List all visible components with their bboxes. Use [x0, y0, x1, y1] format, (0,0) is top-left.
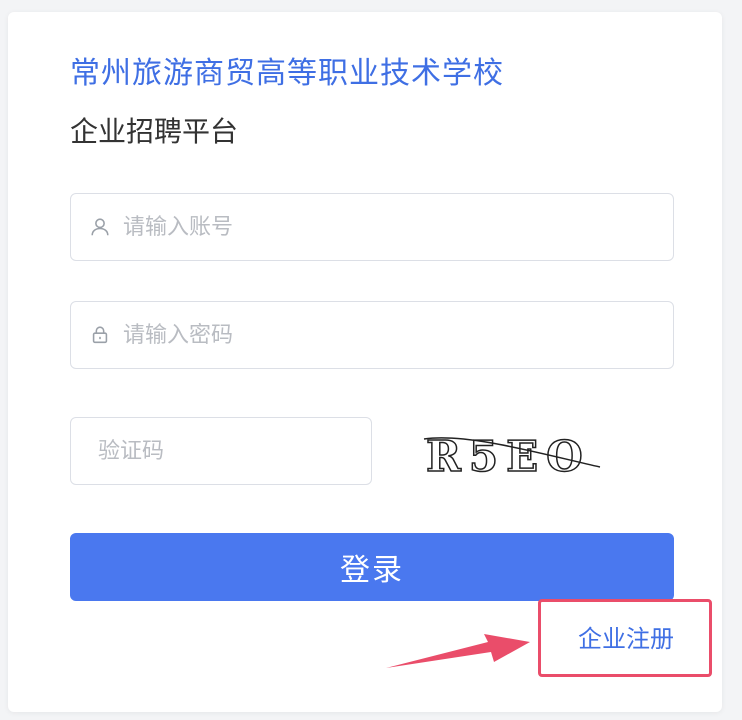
- password-field[interactable]: [70, 301, 674, 369]
- lock-icon: [92, 326, 108, 344]
- account-field[interactable]: [70, 193, 674, 261]
- platform-name: 企业招聘平台: [70, 115, 239, 148]
- captcha-input[interactable]: [71, 418, 372, 484]
- captcha-image[interactable]: R5EO: [418, 425, 608, 485]
- password-input[interactable]: [111, 302, 673, 368]
- register-link[interactable]: 企业注册: [578, 622, 674, 656]
- annotation-arrow-icon: [386, 634, 530, 668]
- account-input[interactable]: [111, 194, 673, 260]
- captcha-field[interactable]: [70, 417, 372, 485]
- login-button[interactable]: 登录: [70, 533, 674, 601]
- captcha-text: R5EO: [426, 432, 591, 481]
- user-icon: [91, 218, 109, 236]
- school-name: 常州旅游商贸高等职业技术学校: [70, 56, 504, 91]
